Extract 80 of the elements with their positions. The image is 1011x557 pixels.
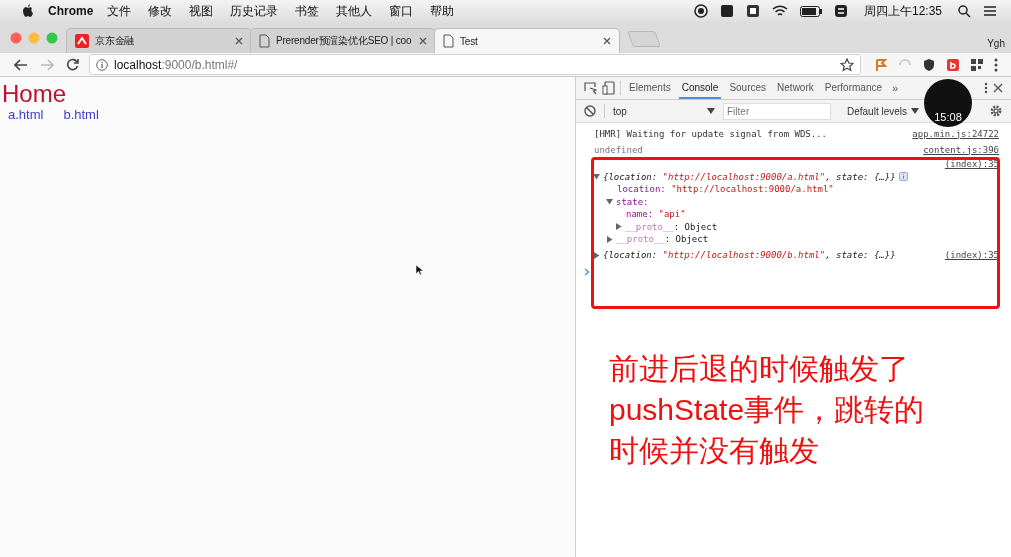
console-message: [HMR] Waiting for update signal from WDS... bbox=[594, 128, 827, 139]
browser-tab[interactable]: Test bbox=[434, 28, 620, 53]
caret-icon bbox=[707, 108, 715, 114]
page-heading: Home bbox=[2, 81, 68, 107]
address-field[interactable]: localhost:9000/b.html#/ bbox=[89, 54, 861, 75]
console-message: undefined bbox=[594, 144, 643, 155]
mouse-cursor-icon bbox=[415, 264, 423, 276]
prompt-icon[interactable] bbox=[584, 267, 590, 276]
menu-item[interactable]: 书签 bbox=[295, 2, 320, 20]
caret-icon bbox=[911, 108, 920, 114]
menu-bar-clock[interactable]: 周四上午12:35 bbox=[863, 2, 942, 20]
context-select[interactable]: top bbox=[613, 105, 715, 117]
site-icon bbox=[75, 34, 89, 48]
menu-item[interactable]: 文件 bbox=[107, 2, 132, 20]
browser-tab[interactable]: 京东金融 bbox=[66, 28, 252, 53]
browser-tab[interactable]: Prerender预渲染优化SEO | coo bbox=[250, 28, 436, 53]
collapsed-arrow-icon[interactable] bbox=[606, 235, 613, 243]
battery-icon[interactable] bbox=[799, 5, 822, 17]
menu-icon[interactable] bbox=[983, 5, 997, 17]
menu-item[interactable]: 修改 bbox=[148, 2, 173, 20]
levels-select[interactable]: Default levels bbox=[847, 105, 920, 117]
tree-node[interactable]: __proto__: Object bbox=[625, 221, 718, 232]
more-icon[interactable] bbox=[984, 82, 988, 94]
collapsed-arrow-icon[interactable] bbox=[615, 223, 622, 231]
reload-icon[interactable] bbox=[66, 58, 79, 71]
star-icon[interactable] bbox=[840, 57, 854, 72]
menu-item[interactable]: 视图 bbox=[189, 2, 214, 20]
status-icon[interactable] bbox=[719, 4, 734, 18]
extension-icon[interactable] bbox=[922, 57, 936, 72]
search-icon[interactable] bbox=[958, 4, 971, 18]
source-link[interactable]: content.js:396 bbox=[923, 144, 999, 155]
more-icon[interactable] bbox=[994, 57, 998, 72]
source-link[interactable]: app.min.js:24722 bbox=[912, 128, 999, 139]
devtools-tab[interactable]: Elements bbox=[626, 77, 674, 99]
expanded-arrow-icon[interactable] bbox=[606, 198, 613, 206]
close-icon[interactable] bbox=[993, 83, 1003, 93]
apple-icon[interactable] bbox=[22, 4, 34, 18]
page-link[interactable]: b.html bbox=[63, 107, 99, 122]
back-icon[interactable] bbox=[14, 58, 28, 71]
inspect-icon[interactable] bbox=[584, 81, 597, 95]
wifi-icon[interactable] bbox=[771, 5, 788, 17]
menu-item[interactable]: 帮助 bbox=[430, 2, 455, 20]
close-icon[interactable] bbox=[603, 37, 611, 45]
profile-name[interactable]: Ygh bbox=[987, 38, 1005, 49]
menu-item[interactable]: 历史记录 bbox=[230, 2, 279, 20]
clear-console-icon[interactable] bbox=[584, 105, 596, 117]
annotation-text: 前进后退的时候触发了 bbox=[609, 351, 910, 387]
page-link[interactable]: a.html bbox=[8, 107, 44, 122]
tree-node[interactable]: __proto__: Object bbox=[616, 234, 709, 245]
menu-item[interactable]: 其他人 bbox=[336, 2, 373, 20]
collapsed-arrow-icon[interactable] bbox=[593, 251, 600, 259]
object-summary[interactable]: {location: "http://localhost:9000/b.html", state: {…}} bbox=[603, 250, 896, 260]
property-line: location: "http://localhost:9000/a.html" bbox=[617, 184, 834, 195]
status-icon[interactable] bbox=[745, 4, 760, 18]
status-icon[interactable] bbox=[833, 4, 848, 18]
source-link[interactable]: (index):35 bbox=[944, 250, 999, 260]
record-icon[interactable] bbox=[693, 4, 708, 18]
menu-item[interactable]: 窗口 bbox=[389, 2, 414, 20]
annotation-text: 时候并没有触发 bbox=[609, 433, 820, 469]
settings-icon[interactable] bbox=[989, 104, 1003, 118]
devtools-tab[interactable]: Network bbox=[774, 77, 817, 99]
object-summary[interactable]: {location: "http://localhost:9000/a.html", state: {…}} bbox=[603, 171, 896, 182]
info-icon[interactable] bbox=[898, 172, 908, 181]
filter-field[interactable]: Filter bbox=[723, 102, 831, 120]
expanded-arrow-icon[interactable] bbox=[593, 173, 600, 180]
close-icon[interactable] bbox=[235, 37, 243, 45]
info-icon bbox=[96, 58, 108, 71]
close-icon[interactable] bbox=[419, 37, 427, 45]
annotation-text: pushState事件，跳转的 bbox=[609, 392, 925, 428]
more-tabs-button[interactable]: » bbox=[892, 82, 899, 94]
property-line: name: "api" bbox=[626, 209, 686, 220]
devtools-tab[interactable]: Performance bbox=[821, 77, 885, 99]
extension-icon[interactable] bbox=[970, 57, 984, 72]
page-icon bbox=[259, 34, 270, 48]
device-toolbar-icon[interactable] bbox=[602, 81, 615, 95]
app-menu[interactable]: Chrome bbox=[48, 4, 94, 18]
tree-node[interactable]: state: bbox=[616, 196, 649, 207]
devtools-tab[interactable]: Sources bbox=[726, 77, 770, 99]
source-link[interactable]: (index):35 bbox=[944, 159, 999, 170]
page-icon bbox=[443, 34, 454, 48]
